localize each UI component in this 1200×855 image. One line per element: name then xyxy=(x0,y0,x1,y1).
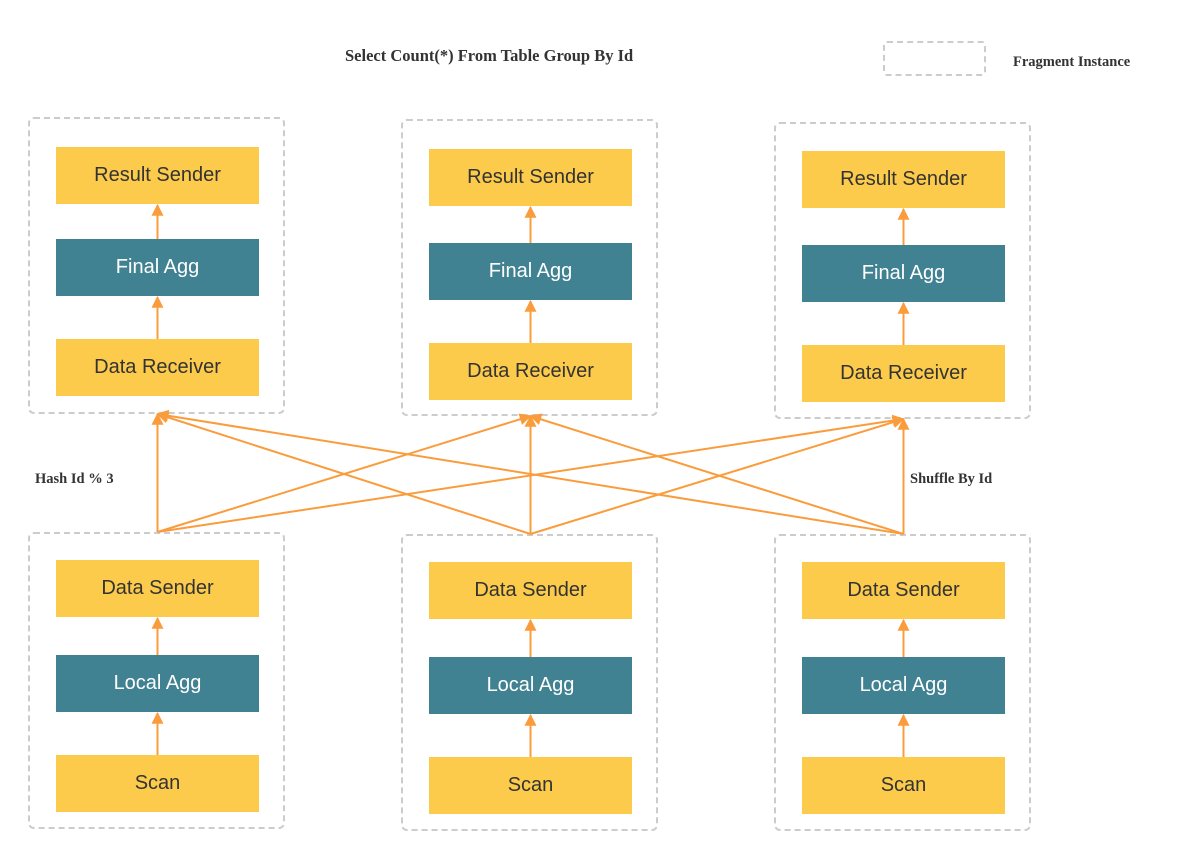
shuffle-edge xyxy=(157,413,532,533)
data-receiver-node: Data Receiver xyxy=(56,339,259,396)
local-agg-node: Local Agg xyxy=(802,657,1005,714)
upper-fragment-2: Result Sender Final Agg Data Receiver xyxy=(774,122,1031,419)
final-agg-node: Final Agg xyxy=(802,245,1005,302)
result-sender-node: Result Sender xyxy=(56,147,259,204)
scan-node: Scan xyxy=(802,757,1005,814)
data-receiver-node: Data Receiver xyxy=(802,345,1005,402)
shuffle-edge xyxy=(529,413,904,535)
scan-node: Scan xyxy=(56,755,259,812)
data-receiver-node: Data Receiver xyxy=(429,343,632,400)
shuffle-edge xyxy=(156,411,531,535)
lower-fragment-1: Data Sender Local Agg Scan xyxy=(401,534,658,831)
data-sender-node: Data Sender xyxy=(802,562,1005,619)
legend-fragment-icon xyxy=(883,41,986,76)
lower-fragment-2: Data Sender Local Agg Scan xyxy=(774,534,1031,831)
local-agg-node: Local Agg xyxy=(429,657,632,714)
shuffle-label: Shuffle By Id xyxy=(910,471,993,487)
lower-fragment-0: Data Sender Local Agg Scan xyxy=(28,532,285,829)
result-sender-node: Result Sender xyxy=(802,151,1005,208)
upper-fragment-1: Result Sender Final Agg Data Receiver xyxy=(401,119,658,416)
data-sender-node: Data Sender xyxy=(56,560,259,617)
result-sender-node: Result Sender xyxy=(429,149,632,206)
data-sender-node: Data Sender xyxy=(429,562,632,619)
diagram-title: Select Count(*) From Table Group By Id xyxy=(345,46,634,65)
local-agg-node: Local Agg xyxy=(56,655,259,712)
hash-label: Hash Id % 3 xyxy=(35,471,114,487)
legend-fragment-label: Fragment Instance xyxy=(1013,54,1131,70)
final-agg-node: Final Agg xyxy=(56,239,259,296)
upper-fragment-0: Result Sender Final Agg Data Receiver xyxy=(28,117,285,414)
final-agg-node: Final Agg xyxy=(429,243,632,300)
shuffle-edge xyxy=(530,416,905,535)
shuffle-edge xyxy=(157,414,905,533)
scan-node: Scan xyxy=(429,757,632,814)
shuffle-edge xyxy=(156,409,904,535)
